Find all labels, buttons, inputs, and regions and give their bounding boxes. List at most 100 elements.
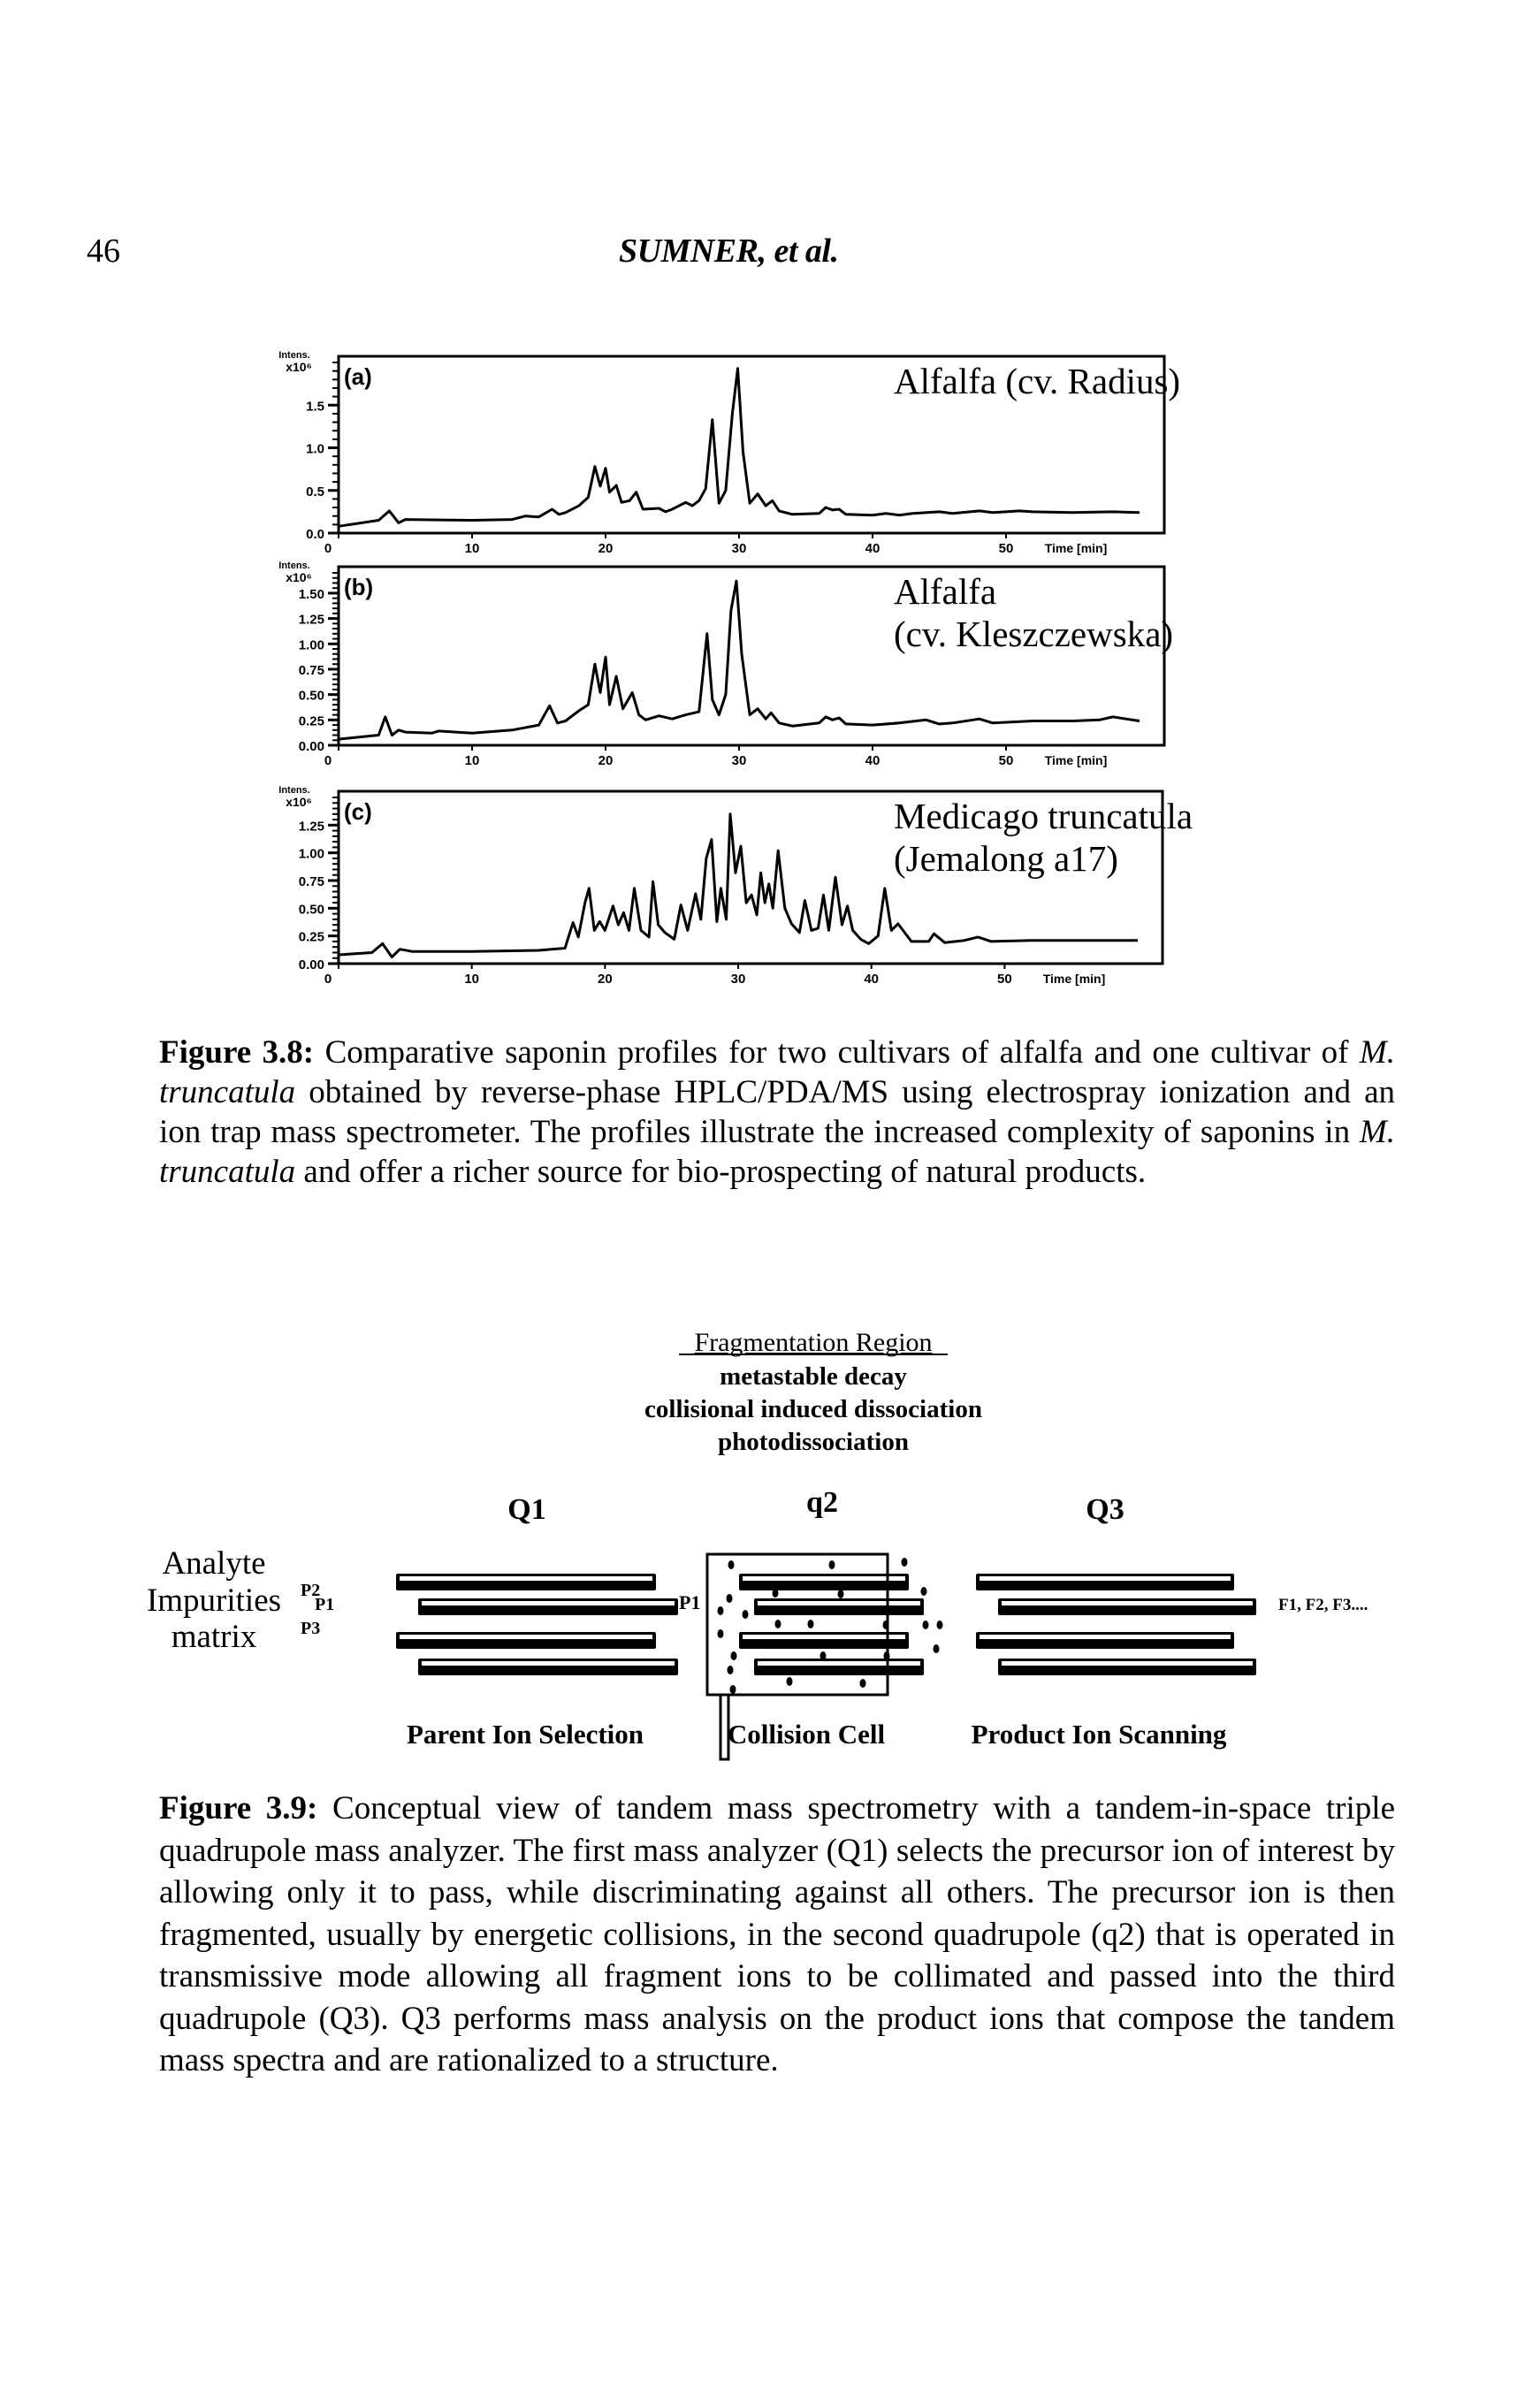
- x-tick-label: 50: [997, 972, 1012, 987]
- figure-3-9-caption-text: Conceptual view of tandem mass spectrome…: [159, 1790, 1395, 2078]
- x-tick-label: 10: [464, 972, 479, 987]
- figure-3-8-caption-label: Figure 3.8:: [159, 1034, 315, 1071]
- x-tick-label: 10: [465, 541, 480, 556]
- x-tick-label: 50: [999, 541, 1014, 556]
- q1-rod: [396, 1574, 656, 1590]
- fragment-labels: F1, F2, F3....: [1278, 1596, 1368, 1614]
- y-tick-label: 1.00: [299, 847, 324, 862]
- q2-rod: [754, 1598, 924, 1615]
- gas-molecule-dot: [901, 1558, 908, 1567]
- y-tick-label: 0.75: [299, 663, 324, 678]
- q2-rod: [739, 1632, 909, 1649]
- label-product-ion-scanning: Product Ion Scanning: [972, 1719, 1227, 1750]
- input-label-analyte: Analyte: [162, 1545, 265, 1582]
- gas-molecule-dot: [728, 1560, 735, 1569]
- sample-name: (Jemalong a17): [894, 838, 1118, 879]
- x-tick-label: 40: [864, 972, 879, 987]
- caption-segment: and offer a richer source for bio-prospe…: [295, 1154, 1147, 1190]
- figure-3-9-caption: Figure 3.9: Conceptual view of tandem ma…: [159, 1788, 1395, 2082]
- x-axis-label: Time [min]: [1045, 541, 1108, 555]
- x-tick-label: 50: [999, 753, 1014, 768]
- x-tick-label: 0: [324, 753, 332, 768]
- chromatogram-trace: [338, 579, 1140, 741]
- stage-label-q2: q2: [806, 1486, 838, 1519]
- x-tick-label: 10: [465, 753, 480, 768]
- y-tick-label: 1.00: [299, 637, 324, 652]
- x-tick-label: 40: [865, 753, 881, 768]
- chart-frame: [337, 565, 1166, 747]
- y-tick-label: 0.50: [299, 689, 324, 704]
- x-axis-label: Time [min]: [1045, 753, 1108, 767]
- y-tick-label: 0.00: [299, 957, 324, 972]
- y-tick-label: 0.5: [306, 484, 324, 500]
- rod-highlight: [743, 1576, 905, 1581]
- gas-molecule-dot: [726, 1594, 733, 1603]
- y-tick-label: 0.0: [306, 527, 324, 542]
- x-axis-label: Time [min]: [1043, 972, 1106, 986]
- figure-3-8-caption: Figure 3.8: Comparative saponin profiles…: [159, 1033, 1395, 1192]
- q3-rod: [998, 1659, 1256, 1675]
- rod-highlight: [980, 1635, 1231, 1639]
- y-tick-label: 1.0: [306, 442, 324, 457]
- y-axis-exponent: x10⁶: [286, 570, 312, 584]
- q3-rod: [976, 1632, 1234, 1649]
- gas-molecule-dot: [729, 1685, 736, 1694]
- y-tick-label: 1.5: [306, 399, 324, 414]
- rod-highlight: [1002, 1601, 1253, 1605]
- sample-name: (cv. Kleszczewska): [894, 614, 1173, 654]
- gas-molecule-dot: [774, 1620, 781, 1628]
- q2-rod: [739, 1574, 909, 1590]
- caption-segment: obtained by reverse-phase HPLC/PDA/MS us…: [159, 1074, 1395, 1150]
- input-label-impurities: Impurities: [147, 1582, 281, 1619]
- region-method-3: photodissociation: [718, 1428, 909, 1456]
- gas-molecule-dot: [859, 1679, 866, 1688]
- gas-molecule-dot: [807, 1620, 814, 1628]
- panel-label: (a): [344, 363, 372, 390]
- y-tick-label: 1.25: [299, 613, 324, 628]
- y-tick-label: 0.25: [299, 713, 324, 728]
- stage-label-q1: Q1: [507, 1493, 545, 1526]
- gas-molecule-dot: [933, 1644, 940, 1653]
- ion-label-p3: P3: [301, 1619, 320, 1638]
- y-tick-label: 0.75: [299, 874, 324, 889]
- figure-3-9-triple-quadrupole-diagram: Fragmentation Region metastable decay co…: [147, 1328, 1368, 1761]
- q3-rod: [998, 1598, 1256, 1615]
- q1-rod: [418, 1659, 678, 1675]
- gas-molecule-dot: [882, 1621, 889, 1629]
- ion-label-p1-selected: P1: [679, 1591, 700, 1613]
- q3-rod: [976, 1574, 1234, 1590]
- y-tick-label: 0.00: [299, 739, 324, 754]
- label-parent-ion-selection: Parent Ion Selection: [407, 1719, 644, 1750]
- caption-segment: Comparative saponin profiles for two cul…: [314, 1034, 1360, 1071]
- y-tick-label: 1.25: [299, 819, 324, 834]
- rod-highlight: [400, 1576, 652, 1581]
- figure-3-8-chromatograms: 0.00.51.01.5Intens.x10⁶0 10 20 30 40 50 Time […: [278, 350, 1193, 987]
- y-tick-label: 0.50: [299, 902, 324, 917]
- sample-name: Alfalfa: [894, 571, 996, 612]
- gas-molecule-dot: [828, 1560, 835, 1569]
- gas-molecule-dot: [772, 1589, 779, 1598]
- y-tick-label: 1.50: [299, 587, 324, 602]
- figure-3-9-caption-label: Figure 3.9:: [159, 1790, 318, 1826]
- gas-molecule-dot: [883, 1651, 890, 1660]
- x-tick-label: 0: [324, 541, 332, 556]
- y-tick-label: 0.25: [299, 930, 324, 945]
- gas-molecule-dot: [920, 1587, 927, 1596]
- sample-name: Medicago truncatula: [894, 796, 1193, 836]
- ion-label-p1: P1: [315, 1595, 334, 1614]
- q2-rod: [754, 1659, 924, 1675]
- y-axis-exponent: x10⁶: [286, 360, 312, 374]
- q1-rod: [418, 1598, 678, 1615]
- gas-molecule-dot: [730, 1651, 737, 1660]
- region-method-1: metastable decay: [720, 1362, 907, 1391]
- rod-highlight: [743, 1635, 905, 1639]
- gas-molecule-dot: [717, 1629, 724, 1638]
- x-tick-label: 30: [731, 972, 746, 987]
- x-tick-label: 40: [865, 541, 881, 556]
- q1-rod: [396, 1632, 656, 1649]
- sample-name: Alfalfa (cv. Radius): [894, 361, 1180, 401]
- rod-highlight: [1002, 1661, 1253, 1666]
- gas-molecule-dot: [727, 1666, 734, 1674]
- y-axis-exponent: x10⁶: [286, 795, 312, 809]
- x-tick-label: 20: [598, 753, 614, 768]
